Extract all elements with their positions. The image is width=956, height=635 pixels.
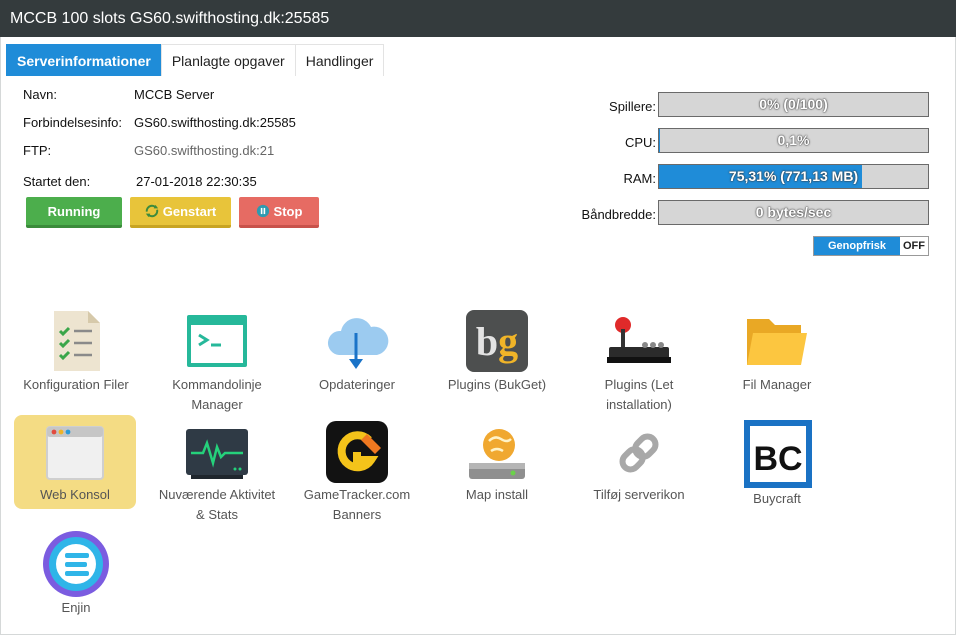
tile-file-manager[interactable]: Fil Manager [716, 305, 838, 405]
tab-server-info[interactable]: Serverinformationer [6, 44, 162, 76]
tile-updates-label: Opdateringer [319, 377, 395, 392]
info-name-label: Navn: [23, 87, 57, 102]
players-label: Spillere: [609, 99, 656, 114]
tile-add-server-icon-label: Tilføj serverikon [593, 487, 685, 502]
tab-scheduled-tasks[interactable]: Planlagte opgaver [160, 44, 296, 76]
checklist-document-icon [54, 311, 100, 371]
tile-plugins-bukget-label: Plugins (BukGet) [447, 377, 547, 392]
browser-window-icon [46, 426, 104, 480]
buycraft-logo-icon: BC [744, 420, 812, 488]
tile-enjin[interactable]: Enjin [15, 525, 137, 620]
stop-button-label: Stop [273, 203, 303, 219]
tile-activity-stats[interactable]: Nuværende Aktivitet & Stats [156, 415, 278, 525]
players-bar: 0% (0/100) [658, 92, 929, 117]
info-connection-label: Forbindelsesinfo: [23, 115, 122, 130]
tile-web-console[interactable]: Web Konsol [14, 415, 136, 509]
enjin-logo-icon [43, 531, 109, 597]
svg-text:BC: BC [753, 440, 802, 478]
tile-plugins-easy-install[interactable]: Plugins (Let installation) [578, 305, 700, 415]
globe-drive-icon [469, 429, 525, 479]
auto-refresh-toggle[interactable]: Genopfrisk OFF [813, 236, 929, 256]
info-name-value: MCCB Server [134, 87, 215, 102]
svg-text:bg: bg [476, 319, 518, 364]
activity-monitor-icon [186, 429, 248, 479]
ram-label: RAM: [623, 171, 657, 186]
cpu-bar: 0,1% [658, 128, 929, 153]
auto-refresh-off-label: OFF [900, 237, 928, 255]
info-ftp-label: FTP: [23, 143, 52, 158]
tile-gametracker-banners-label: GameTracker.com Banners [303, 487, 411, 522]
tile-config-files[interactable]: Konfiguration Filer [15, 305, 137, 405]
running-button[interactable]: Running [26, 197, 122, 228]
terminal-icon [187, 315, 247, 367]
info-ftp-value: GS60.swifthosting.dk:21 [134, 143, 275, 158]
players-bar-text: 0% (0/100) [759, 96, 828, 112]
running-button-label: Running [47, 203, 101, 219]
bandwidth-bar: 0 bytes/sec [658, 200, 929, 225]
tile-activity-stats-label: Nuværende Aktivitet & Stats [158, 487, 276, 522]
cpu-label: CPU: [624, 135, 656, 150]
tile-plugins-bukget[interactable]: bg Plugins (BukGet) [436, 305, 558, 405]
window-title: MCCB 100 slots GS60.swifthosting.dk:2558… [0, 0, 956, 37]
link-chain-icon [619, 433, 659, 473]
ram-bar: 75,31% (771,13 MB) [658, 164, 929, 189]
auto-refresh-on-label: Genopfrisk [814, 237, 900, 255]
tile-file-manager-label: Fil Manager [742, 377, 812, 392]
restart-button-label: Genstart [162, 203, 217, 219]
tile-enjin-label: Enjin [61, 600, 91, 615]
info-started-label: Startet den: [23, 174, 91, 189]
tab-bar: Serverinformationer Planlagte opgaver Ha… [6, 44, 385, 76]
bukget-logo-icon: bg [466, 310, 528, 372]
tile-gametracker-banners[interactable]: GameTracker.com Banners [296, 415, 418, 525]
bandwidth-bar-text: 0 bytes/sec [755, 204, 832, 220]
tile-map-install-label: Map install [465, 487, 529, 502]
pause-icon [256, 204, 269, 218]
tile-plugins-easy-install-label: Plugins (Let installation) [604, 377, 674, 412]
tile-command-line-manager-label: Kommandolinje Manager [172, 377, 262, 412]
tile-buycraft-label: Buycraft [753, 491, 801, 506]
cloud-download-icon [327, 318, 389, 369]
ram-bar-text: 75,31% (771,13 MB) [728, 168, 859, 184]
bandwidth-label: Båndbredde: [581, 207, 656, 222]
tile-updates[interactable]: Opdateringer [296, 305, 418, 405]
cpu-bar-text: 0,1% [777, 132, 810, 148]
tile-web-console-label: Web Konsol [40, 487, 110, 502]
tile-buycraft[interactable]: BC Buycraft [716, 415, 838, 515]
folder-icon [747, 319, 807, 365]
stop-button[interactable]: Stop [239, 197, 319, 228]
refresh-icon [145, 204, 158, 218]
joystick-icon [607, 317, 671, 363]
tile-config-files-label: Konfiguration Filer [23, 377, 129, 392]
restart-button[interactable]: Genstart [130, 197, 231, 228]
tile-map-install[interactable]: Map install [436, 415, 558, 515]
tab-actions[interactable]: Handlinger [294, 44, 385, 76]
tile-command-line-manager[interactable]: Kommandolinje Manager [156, 305, 278, 415]
info-started-value: 27-01-2018 22:30:35 [136, 174, 257, 189]
info-connection-value: GS60.swifthosting.dk:25585 [134, 115, 296, 130]
tile-add-server-icon[interactable]: Tilføj serverikon [578, 415, 700, 515]
gametracker-logo-icon [326, 421, 388, 483]
